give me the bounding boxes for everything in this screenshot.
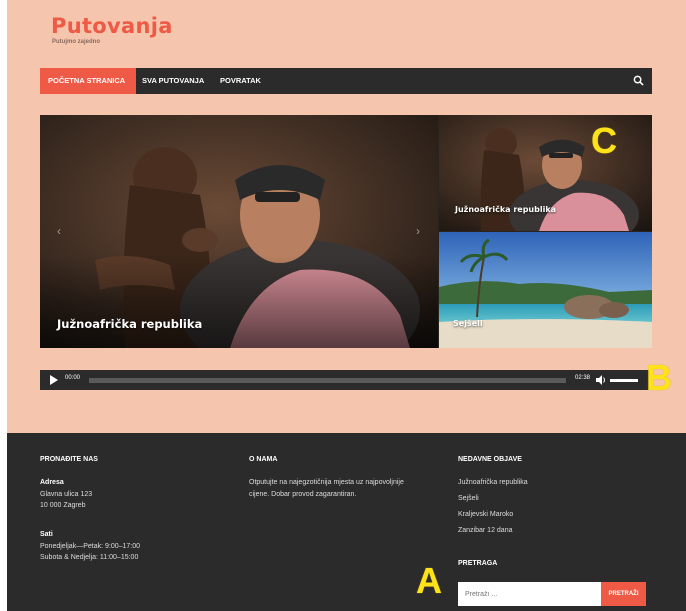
slide-side-1-caption[interactable]: Južnoafrička republika — [455, 205, 556, 214]
nav-item-back[interactable]: POVRATAK — [220, 68, 261, 94]
nav-item-all-trips[interactable]: SVA PUTOVANJA — [142, 68, 204, 94]
footer-address-line-1: Glavna ulica 123 — [40, 491, 93, 498]
annotation-marker-a: A — [416, 560, 442, 601]
slide-main-caption[interactable]: Južnoafrička republika — [57, 317, 202, 331]
annotation-marker-b: B — [646, 357, 672, 398]
nav-item-home[interactable]: POČETNA STRANICA — [40, 68, 136, 94]
play-icon[interactable] — [50, 375, 58, 385]
volume-icon[interactable] — [596, 375, 606, 385]
slider-next-arrow[interactable]: › — [416, 224, 420, 238]
main-navigation: POČETNA STRANICA SVA PUTOVANJA POVRATAK — [40, 68, 652, 94]
footer-address-label: Adresa — [40, 479, 64, 486]
audio-progress-bar[interactable] — [89, 378, 566, 383]
site-tagline: Putujmo zajedno — [52, 39, 100, 45]
footer-about-text-line-2: cijene. Dobar provod zagarantiran. — [249, 491, 357, 498]
footer-about-text-line-1: Otputujte na najegzotičnija mjesta uz na… — [249, 479, 404, 486]
slide-side-2-image — [439, 232, 652, 348]
footer-search-button[interactable]: PRETRAŽI — [601, 582, 646, 606]
footer-hours-line-2: Subota & Nedjelja: 11:00–15:00 — [40, 554, 139, 561]
footer-find-us-title: PRONAĐITE NAS — [40, 456, 98, 463]
footer-recent-title: NEDAVNE OBJAVE — [458, 456, 522, 463]
footer-search-input[interactable] — [458, 582, 601, 606]
recent-post-link[interactable]: Kraljevski Maroko — [458, 509, 513, 520]
footer-address-line-2: 10 000 Zagreb — [40, 502, 86, 509]
site-footer: PRONAĐITE NAS Adresa Glavna ulica 123 10… — [7, 433, 686, 611]
recent-post-link[interactable]: Sejšeli — [458, 493, 479, 504]
audio-duration: 02:38 — [575, 375, 591, 381]
volume-slider[interactable] — [610, 379, 638, 382]
audio-current-time: 00:00 — [65, 375, 81, 381]
slide-main-image — [40, 115, 438, 348]
search-icon[interactable] — [633, 75, 644, 86]
slide-side-1[interactable]: Južnoafrička republika — [439, 115, 652, 231]
slide-side-2[interactable]: Sejšeli — [439, 232, 652, 348]
slide-side-2-caption[interactable]: Sejšeli — [453, 319, 483, 328]
annotation-marker-c: C — [591, 120, 617, 161]
audio-player: 00:00 02:38 — [40, 370, 652, 390]
footer-about-title: O NAMA — [249, 456, 278, 463]
footer-hours-line-1: Ponedjeljak—Petak: 9:00–17:00 — [40, 543, 141, 550]
featured-slider: ‹ › Južnoafrička republika Južnoafrička … — [40, 115, 652, 348]
footer-search-title: PRETRAGA — [458, 560, 498, 567]
recent-post-link[interactable]: Zanzibar 12 dana — [458, 525, 512, 536]
recent-post-link[interactable]: Južnoafrička republika — [458, 477, 528, 488]
footer-hours-label: Sati — [40, 531, 53, 538]
slide-main[interactable]: ‹ › Južnoafrička republika — [40, 115, 438, 348]
site-title[interactable]: Putovanja — [51, 14, 173, 38]
slider-prev-arrow[interactable]: ‹ — [57, 224, 61, 238]
